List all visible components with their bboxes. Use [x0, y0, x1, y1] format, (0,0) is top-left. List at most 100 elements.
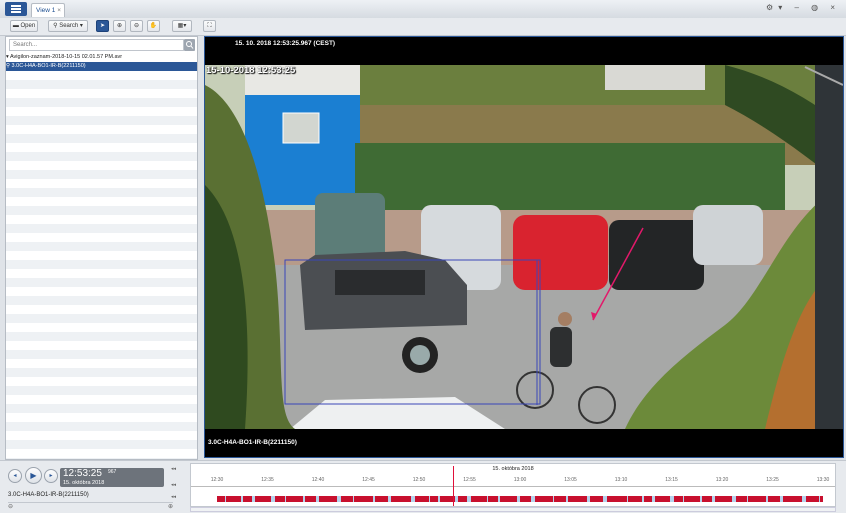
recording-segment — [458, 496, 467, 502]
timeline-tick-label: 13:30 — [816, 477, 830, 483]
search-icon[interactable] — [184, 39, 195, 51]
step-forward-icon: ▸ — [49, 473, 53, 479]
recording-segment — [243, 496, 252, 502]
recording-segment — [702, 496, 712, 502]
playback-panel: ◂ ▶ ▸ 12:53:25 967 15. októbra 2018 ◂◂ ◂… — [0, 460, 846, 513]
title-bar: View 1 × ⚙▾ – ◍ × — [0, 0, 846, 19]
recording-segment — [520, 496, 531, 502]
folder-icon: ▬ — [12, 23, 19, 29]
recording-segment — [488, 496, 498, 502]
timeline-tick-label: 12:50 — [412, 477, 426, 483]
timeline-ruler: 12:30 12:35 12:40 12:45 12:50 12:55 13:00 13:05… — [191, 476, 835, 487]
zoom-out-icon[interactable]: ⊖ — [8, 503, 13, 510]
layout-button[interactable]: ▦▾ — [172, 20, 192, 32]
timeline-scrollbar[interactable] — [190, 507, 836, 512]
video-tile[interactable]: 15. 10. 2018 12:53:25.967 (CEST) 15-10-2… — [204, 36, 844, 458]
search-input[interactable]: Search... — [9, 39, 184, 51]
recording-segment — [806, 496, 819, 502]
recording-segment — [354, 496, 373, 502]
pointer-icon: ➤ — [99, 23, 106, 29]
recording-segment — [684, 496, 700, 502]
recording-segment — [568, 496, 587, 502]
recording-segment — [341, 496, 353, 502]
pan-tool-button[interactable]: ✋ — [147, 20, 160, 32]
timeline-tick-label: 12:40 — [311, 477, 325, 483]
zoom-in-icon[interactable]: ⊕ — [168, 503, 173, 510]
search-button[interactable]: ⚲ Search ▾ — [48, 20, 88, 32]
video-camera-label: 3.0C-H4A-BO1-IR-B(2211150) — [208, 439, 297, 446]
window-controls[interactable]: ⚙▾ – ◍ × — [766, 3, 840, 12]
video-timestamp: 15. 10. 2018 12:53:25.967 (CEST) — [235, 40, 336, 47]
timeline-date: 15. októbra 2018 — [492, 466, 534, 472]
open-button[interactable]: ▬ Open — [10, 20, 38, 32]
step-back-button[interactable]: ◂ — [8, 469, 22, 483]
recording-segment — [391, 496, 411, 502]
tab-view-1[interactable]: View 1 × — [31, 3, 65, 17]
timeline[interactable]: 15. októbra 2018 12:30 12:35 12:40 12:45 12:… — [190, 463, 836, 507]
timeline-tick-label: 13:15 — [665, 477, 678, 483]
clock-date: 15. októbra 2018 — [63, 480, 105, 486]
recording-segment — [415, 496, 429, 502]
open-label: Open — [20, 23, 36, 29]
recording-segment — [471, 496, 487, 502]
camera-tree: ▾ Avigilon-zaznam-2018-10-15 02.01.57 PM… — [6, 53, 197, 459]
play-icon: ▶ — [30, 471, 37, 480]
recording-segment — [607, 496, 627, 502]
fullscreen-icon: ⛶ — [207, 23, 212, 29]
recording-segment — [674, 496, 683, 502]
timeline-camera-label: 3.0C-H4A-BO1-IR-B(2211150) — [8, 492, 89, 498]
recording-track[interactable] — [217, 496, 823, 502]
zoom-out-icon: ⊖ — [133, 23, 140, 29]
select-tool-button[interactable]: ➤ — [96, 20, 109, 32]
search-label: Search ▾ — [59, 23, 83, 29]
video-frame — [205, 65, 843, 429]
recording-segment — [783, 496, 802, 502]
recording-segment — [226, 496, 241, 502]
timeline-tick-label: 13:10 — [614, 477, 628, 483]
zoom-out-button[interactable]: ⊖ — [130, 20, 143, 32]
recording-segment — [748, 496, 766, 502]
layout-icon: ▦▾ — [177, 23, 187, 29]
recording-segment — [655, 496, 670, 502]
clock-time: 12:53:25 — [63, 468, 102, 479]
tree-item-recording[interactable]: ▾ Avigilon-zaznam-2018-10-15 02.01.57 PM… — [6, 53, 197, 62]
camera-tree-panel: Search... ▾ Avigilon-zaznam-2018-10-15 0… — [5, 36, 198, 460]
recording-segment — [535, 496, 553, 502]
recording-segment — [319, 496, 337, 502]
recording-segment — [768, 496, 780, 502]
recording-segment — [644, 496, 652, 502]
playhead[interactable] — [453, 466, 454, 506]
play-button[interactable]: ▶ — [25, 467, 42, 484]
timeline-nav-icon[interactable]: ◂◂ — [171, 466, 176, 472]
timeline-tick-label: 12:55 — [463, 477, 476, 483]
step-back-icon: ◂ — [13, 473, 17, 479]
toolbar: ▬ Open ⚲ Search ▾ ➤ ⊕ ⊖ ✋ ▦▾ ⛶ — [0, 18, 846, 36]
magnifier-icon: ⚲ — [53, 23, 58, 29]
timeline-nav-icon[interactable]: ◂◂ — [171, 482, 176, 488]
recording-segment — [305, 496, 316, 502]
recording-segment — [430, 496, 438, 502]
fullscreen-button[interactable]: ⛶ — [203, 20, 216, 32]
zoom-in-icon: ⊕ — [116, 23, 123, 29]
hand-icon: ✋ — [149, 23, 158, 29]
tab-close-icon[interactable]: × — [57, 4, 61, 18]
clock-milliseconds: 967 — [108, 469, 117, 475]
playback-clock[interactable]: 12:53:25 967 15. októbra 2018 — [60, 468, 164, 487]
tab-label: View 1 — [36, 7, 56, 14]
tree-item-camera[interactable]: ⚲ 3.0C-H4A-BO1-IR-B(2211150) — [6, 62, 197, 71]
recording-segment — [736, 496, 747, 502]
recording-segment — [554, 496, 566, 502]
timeline-tick-label: 13:05 — [564, 477, 577, 483]
menu-icon[interactable] — [5, 2, 27, 16]
recording-segment — [375, 496, 388, 502]
timeline-zoom-slider[interactable]: ⊖ ⊕ — [8, 502, 173, 511]
zoom-in-button[interactable]: ⊕ — [113, 20, 126, 32]
timeline-tick-label: 13:25 — [766, 477, 779, 483]
recording-segment — [590, 496, 603, 502]
step-forward-button[interactable]: ▸ — [44, 469, 58, 483]
recording-segment — [715, 496, 732, 502]
osd-timestamp: 15-10-2018 12:53:25 — [206, 65, 296, 76]
timeline-nav-icon[interactable]: ◂◂ — [171, 494, 176, 500]
recording-segment — [628, 496, 642, 502]
recording-segment — [500, 496, 517, 502]
